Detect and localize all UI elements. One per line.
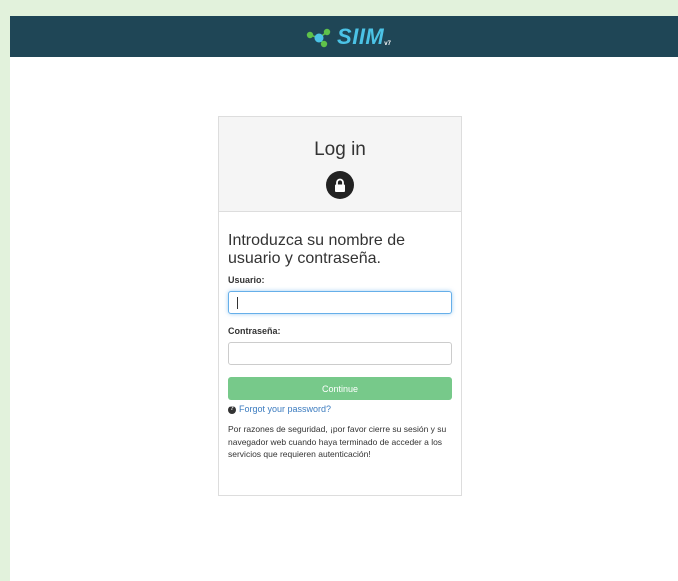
- page: SIIM v7 Log in Introduzca su nombre de u…: [10, 16, 678, 581]
- username-label: Usuario:: [228, 275, 265, 285]
- lock-icon: [326, 171, 354, 199]
- text-caret: [237, 296, 238, 309]
- logo-version: v7: [384, 40, 391, 47]
- forgot-password-text[interactable]: Forgot your password?: [239, 404, 331, 415]
- logo-text: SIIM: [337, 23, 385, 49]
- forgot-password-link[interactable]: ? Forgot your password?: [228, 404, 452, 415]
- login-form: Introduzca su nombre de usuario y contra…: [219, 212, 461, 461]
- login-title: Log in: [314, 139, 366, 160]
- login-instructions: Introduzca su nombre de usuario y contra…: [228, 232, 405, 267]
- username-input[interactable]: [228, 291, 452, 314]
- continue-button[interactable]: Continue: [228, 377, 452, 400]
- password-input[interactable]: [228, 342, 452, 365]
- login-card-header: Log in: [219, 117, 461, 212]
- top-bar: SIIM v7: [10, 16, 678, 57]
- password-label: Contraseña:: [228, 326, 281, 336]
- molecule-logo-icon: [306, 28, 331, 47]
- siim-logo[interactable]: SIIM v7: [305, 23, 391, 49]
- question-circle-icon: ?: [228, 405, 236, 414]
- security-notice: Por razones de seguridad, ¡por favor cie…: [228, 424, 447, 459]
- login-card: Log in Introduzca su nombre de usuario y…: [218, 116, 462, 496]
